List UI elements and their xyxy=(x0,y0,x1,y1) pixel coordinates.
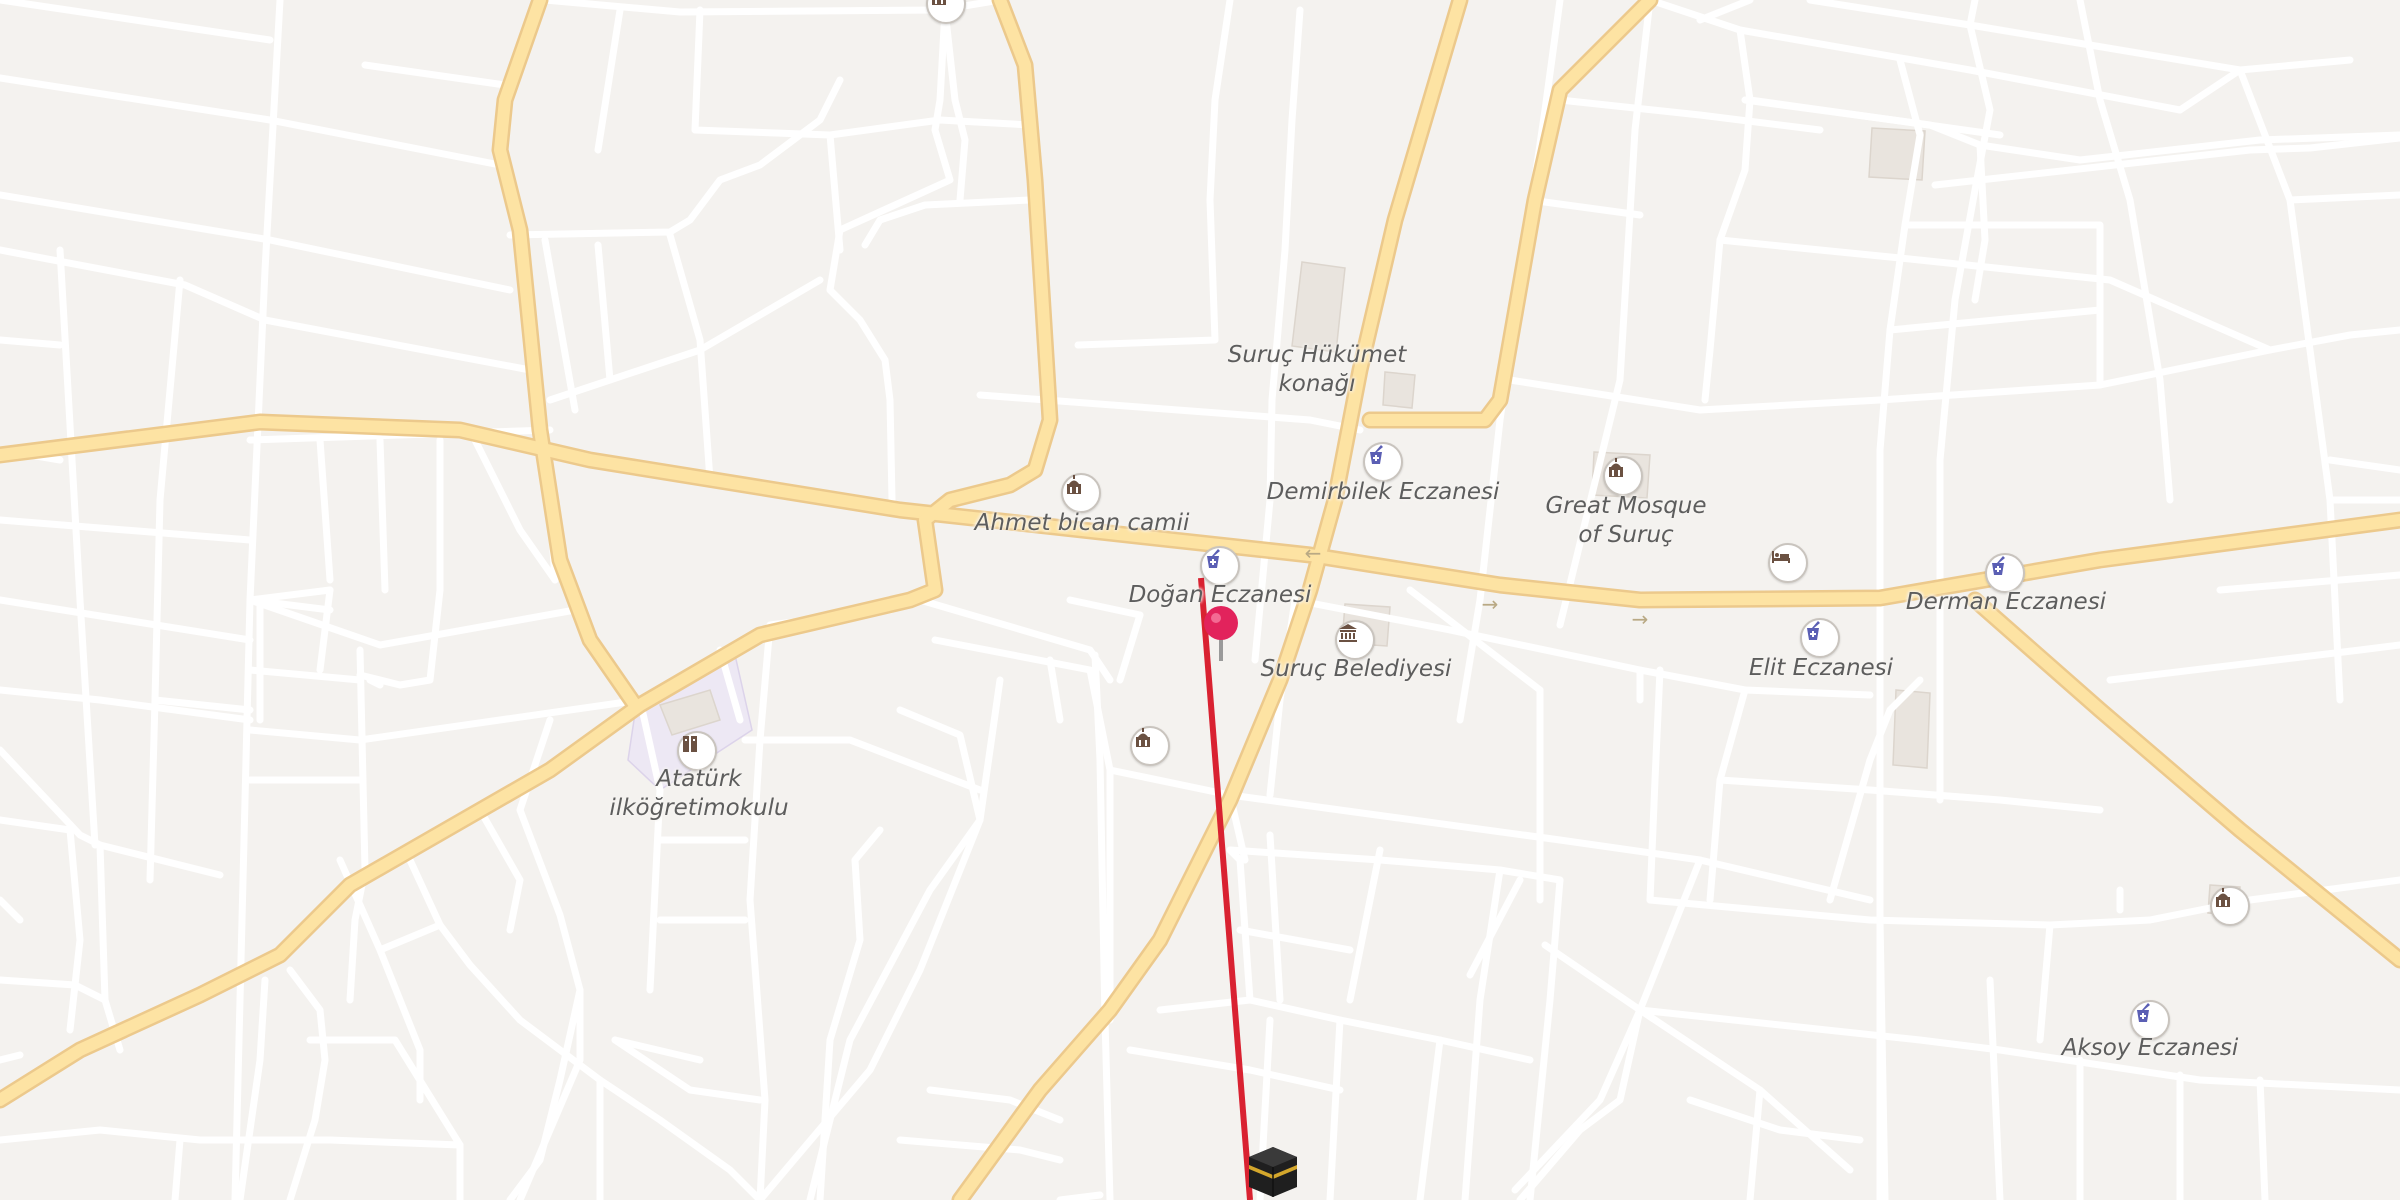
pharmacy-icon[interactable] xyxy=(1985,553,2025,593)
mosque-icon[interactable] xyxy=(2210,886,2250,926)
label-hukumet-konagi[interactable]: Suruç Hükümet konağı xyxy=(1228,341,1407,399)
label-ahmet-bican-camii[interactable]: Ahmet bican camii xyxy=(975,509,1190,538)
one-way-arrow-icon: ← xyxy=(1304,541,1322,565)
label-dogan-eczanesi[interactable]: Doğan Eczanesi xyxy=(1129,581,1312,610)
town-hall-icon[interactable] xyxy=(1335,620,1375,660)
label-ataturk-ilkogretimokulu[interactable]: Atatürk ilköğretimokulu xyxy=(609,765,788,823)
one-way-arrow-icon: → xyxy=(1631,607,1649,631)
map-canvas[interactable]: ← → → Suruç Hükümet konağı Demirbilek Ec… xyxy=(0,0,2400,1200)
mosque-icon[interactable] xyxy=(1603,456,1643,496)
label-aksoy-eczanesi[interactable]: Aksoy Eczanesi xyxy=(2062,1034,2238,1063)
pharmacy-icon[interactable] xyxy=(1800,618,1840,658)
label-great-mosque[interactable]: Great Mosque of Suruç xyxy=(1545,492,1706,550)
label-elit-eczanesi[interactable]: Elit Eczanesi xyxy=(1749,654,1893,683)
label-derman-eczanesi[interactable]: Derman Eczanesi xyxy=(1906,588,2106,617)
label-suruc-belediyesi[interactable]: Suruç Belediyesi xyxy=(1261,655,1452,684)
pharmacy-icon[interactable] xyxy=(1363,442,1403,482)
one-way-arrow-icon: → xyxy=(1481,592,1499,616)
hotel-icon[interactable] xyxy=(1768,543,1808,583)
label-demirbilek-eczanesi[interactable]: Demirbilek Eczanesi xyxy=(1267,478,1500,507)
mosque-icon[interactable] xyxy=(1061,473,1101,513)
pharmacy-icon[interactable] xyxy=(1200,546,1240,586)
mosque-icon[interactable] xyxy=(1130,726,1170,766)
